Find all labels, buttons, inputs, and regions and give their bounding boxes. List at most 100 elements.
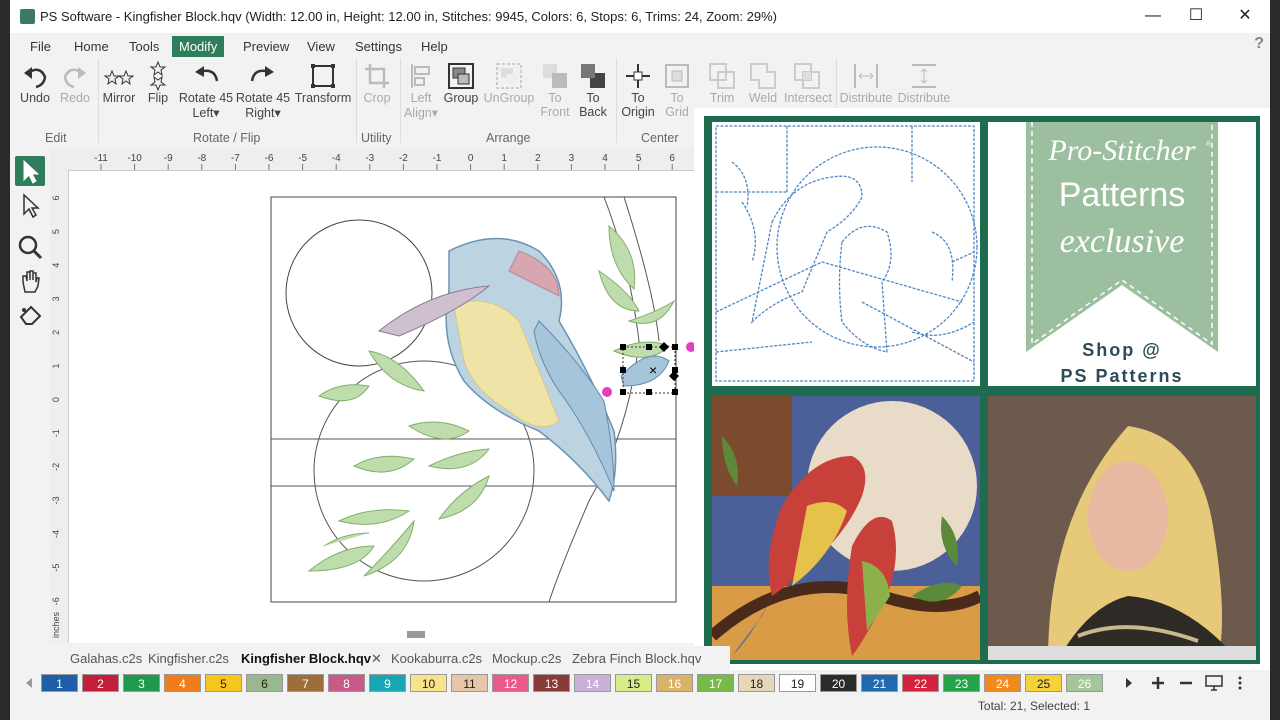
tab-galahas[interactable]: Galahas.c2s [70,651,142,666]
transform-icon [311,64,335,88]
rotate-right-icon [250,66,274,82]
parrot-line-pattern [712,122,980,386]
transform-button[interactable]: Transform [294,61,352,105]
color-swatch-10[interactable]: 10 [410,674,447,692]
ruler-label: -7 [231,153,240,164]
eraser-tool[interactable] [15,300,45,330]
horizontal-ruler-scale: -11 -10 -9 -8 -7 -6 -5 -4 -3 -2 -1 0 1 2 3 4 5 6 [94,153,675,170]
to-front-button[interactable]: To Front [538,61,572,119]
remove-color-icon[interactable] [1178,675,1194,691]
monitor-icon[interactable] [1205,675,1223,691]
undo-button[interactable]: Undo [18,61,52,105]
color-swatch-20[interactable]: 20 [820,674,857,692]
color-swatch-16[interactable]: 16 [656,674,693,692]
color-swatch-8[interactable]: 8 [328,674,365,692]
to-back-button[interactable]: To Back [576,61,610,119]
select-tool[interactable] [15,156,45,186]
tab-close-icon[interactable]: ✕ [371,651,382,667]
parrot-quilt-image [712,396,980,660]
horizontal-scroll-thumb[interactable] [407,631,425,638]
ad-frame: Pro-Stitcher ® Patterns exclusive Shop @… [704,116,1260,664]
rotate-right-button[interactable]: Rotate 45 Right▾ [235,61,291,120]
ungroup-icon [496,63,522,89]
color-swatch-13[interactable]: 13 [533,674,570,692]
menu-preview[interactable]: Preview [236,36,296,58]
crop-button[interactable]: Crop [360,61,394,105]
pan-tool[interactable] [15,266,45,296]
ruler-label: -10 [127,153,142,164]
color-swatch-19[interactable]: 19 [779,674,816,692]
to-grid-button[interactable]: To Grid [660,61,694,119]
tab-mockup[interactable]: Mockup.c2s [492,651,561,666]
color-swatch-11[interactable]: 11 [451,674,488,692]
color-swatch-4[interactable]: 4 [164,674,201,692]
redo-icon [63,67,86,89]
menu-file[interactable]: File [23,36,58,58]
group-button[interactable]: Group [442,61,480,105]
more-options-icon[interactable] [1236,675,1244,691]
color-swatch-22[interactable]: 22 [902,674,939,692]
minimize-button[interactable]: — [1140,5,1166,27]
design-canvas[interactable]: × [69,171,699,643]
weld-button[interactable]: Weld [744,61,782,105]
ungroup-button[interactable]: UnGroup [482,61,536,105]
color-swatch-9[interactable]: 9 [369,674,406,692]
redo-button[interactable]: Redo [58,61,92,105]
help-icon[interactable]: ? [1254,35,1264,53]
color-swatch-26[interactable]: 26 [1066,674,1103,692]
add-color-icon[interactable] [1150,675,1166,691]
node-select-tool[interactable] [15,190,45,220]
color-swatch-18[interactable]: 18 [738,674,775,692]
presenter-photo [988,396,1256,660]
brand-name: Pro-Stitcher [1047,134,1196,167]
menu-modify[interactable]: Modify [172,36,225,58]
color-swatch-5[interactable]: 5 [205,674,242,692]
tab-kookaburra[interactable]: Kookaburra.c2s [391,651,482,666]
menu-home[interactable]: Home [67,36,116,58]
left-align-button[interactable]: Left Align▾ [402,61,440,120]
group-label-edit: Edit [45,131,67,145]
color-swatch-21[interactable]: 21 [861,674,898,692]
color-swatch-1[interactable]: 1 [41,674,78,692]
rotate-left-button[interactable]: Rotate 45 Left▾ [178,61,234,120]
zoom-tool[interactable] [15,232,45,262]
tab-zebra-finch-block[interactable]: Zebra Finch Block.hqv [572,651,701,666]
menu-tools[interactable]: Tools [122,36,166,58]
maximize-button[interactable]: ☐ [1183,5,1209,27]
mirror-icon [104,69,134,86]
color-swatch-14[interactable]: 14 [574,674,611,692]
flip-button[interactable]: Flip [142,61,174,105]
brand-banner: Pro-Stitcher ® Patterns exclusive Shop @… [1026,122,1218,386]
color-swatch-17[interactable]: 17 [697,674,734,692]
ruler-label: 3 [569,153,575,164]
tab-kingfisher[interactable]: Kingfisher.c2s [148,651,229,666]
menu-help[interactable]: Help [414,36,455,58]
color-swatch-24[interactable]: 24 [984,674,1021,692]
palette-scroll-left-icon[interactable] [24,677,34,689]
color-swatch-6[interactable]: 6 [246,674,283,692]
color-swatch-3[interactable]: 3 [123,674,160,692]
mirror-button[interactable]: Mirror [100,61,138,105]
magnifier-icon [18,235,43,260]
close-button[interactable]: ✕ [1232,5,1258,27]
to-origin-button[interactable]: To Origin [618,61,658,119]
color-swatch-23[interactable]: 23 [943,674,980,692]
tab-kingfisher-block[interactable]: Kingfisher Block.hqv [241,651,371,666]
palette-scroll-right-icon[interactable] [1124,677,1134,689]
ruler-label: -6 [51,597,61,605]
pointer-icon [23,159,40,184]
color-swatch-2[interactable]: 2 [82,674,119,692]
menu-bar: File Home Tools Modify Preview View Sett… [10,33,1270,58]
menu-settings[interactable]: Settings [348,36,409,58]
distribute-horizontal-button[interactable]: Distribute [838,61,894,105]
trim-button[interactable]: Trim [702,61,742,105]
color-swatch-15[interactable]: 15 [615,674,652,692]
vertical-ruler: 6 5 4 3 2 1 0 -1 -2 -3 -4 -5 -6 inches [50,170,69,643]
menu-view[interactable]: View [300,36,342,58]
color-swatch-25[interactable]: 25 [1025,674,1062,692]
intersect-button[interactable]: Intersect [784,61,832,105]
color-swatch-7[interactable]: 7 [287,674,324,692]
color-swatch-12[interactable]: 12 [492,674,529,692]
distribute-vertical-button[interactable]: Distribute [896,61,952,105]
group-icon [448,63,474,89]
